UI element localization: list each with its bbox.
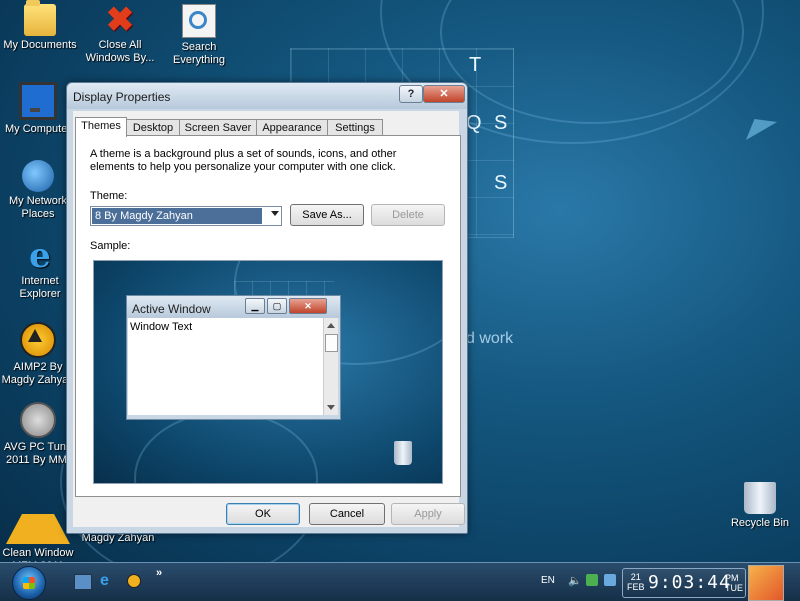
chevron-down-icon[interactable]	[271, 211, 279, 216]
wallpaper-letter: S	[494, 172, 508, 194]
desktop-icon-my-documents[interactable]: My Documents	[2, 0, 78, 52]
scroll-thumb	[325, 334, 338, 352]
desktop-icon-my-computer[interactable]: My Computer	[0, 82, 76, 136]
sample-active-window: Active Window ▁ ▢ ✕ Window Text	[126, 295, 341, 420]
search-icon	[182, 4, 216, 38]
desktop-icon-label: My Computer	[4, 123, 72, 135]
internet-explorer-icon[interactable]: e	[100, 573, 116, 589]
help-button[interactable]: ?	[399, 85, 423, 103]
close-button[interactable]: ✕	[423, 85, 465, 103]
taskbar: e » EN 🔈 21 FEB 9:03:44 PM TUE	[0, 562, 800, 601]
desktop-icon-clean-windows[interactable]: Clean Window MZM 2011	[0, 482, 76, 573]
tab-themes[interactable]: Themes	[75, 117, 127, 137]
themes-panel: A theme is a background plus a set of so…	[75, 135, 461, 497]
quicklaunch-more-button[interactable]: »	[156, 567, 172, 581]
sample-window-title: Active Window	[132, 302, 211, 316]
clock-time: 9:03:44	[648, 572, 731, 593]
desktop-icon-aimp2[interactable]: AIMP2 By Magdy Zahyan	[0, 322, 76, 387]
display-properties-window: Display Properties ? ✕ Themes Desktop Sc…	[66, 82, 468, 534]
theme-label: Theme:	[90, 190, 128, 202]
clock-day: 21	[630, 572, 641, 582]
red-x-icon: ✖	[105, 1, 135, 39]
scroll-up-icon	[327, 323, 335, 328]
bird-icon	[738, 109, 778, 141]
recycle-bin-icon	[744, 482, 776, 514]
desktop-icon-label: Recycle Bin	[730, 517, 790, 529]
scroll-down-icon	[327, 405, 335, 410]
sample-client-area: Window Text	[128, 318, 323, 415]
theme-dropdown[interactable]: 8 By Magdy Zahyan	[90, 206, 282, 226]
aimp-icon	[20, 322, 56, 358]
desktop-icon-label: AIMP2 By Magdy Zahyan	[1, 361, 75, 386]
tab-settings[interactable]: Settings	[327, 119, 383, 136]
wallpaper-letter: T	[469, 54, 482, 76]
theme-sample-preview: Active Window ▁ ▢ ✕ Window Text	[93, 260, 443, 484]
start-button[interactable]	[12, 566, 46, 600]
window-title: Display Properties	[73, 90, 171, 104]
sample-label: Sample:	[90, 240, 131, 252]
clock-month: FEB	[627, 582, 645, 592]
desktop-icon-label: My Documents	[3, 39, 77, 51]
clock-ampm: PM	[725, 573, 739, 583]
wallpaper-letter: S	[494, 112, 508, 134]
folder-icon	[24, 0, 56, 36]
volume-icon[interactable]: 🔈	[568, 574, 582, 587]
apply-button[interactable]: Apply	[391, 503, 465, 525]
preview-swirl	[134, 411, 318, 483]
save-as-button[interactable]: Save As...	[290, 204, 364, 226]
wallpaper-text: d work	[466, 330, 514, 347]
sample-titlebar: Active Window ▁ ▢ ✕	[127, 296, 340, 318]
dialog-body: Themes Desktop Screen Saver Appearance S…	[73, 111, 465, 527]
tab-desktop[interactable]: Desktop	[126, 119, 180, 136]
aimp-icon[interactable]	[127, 574, 141, 588]
clock[interactable]: 21 FEB 9:03:44 PM TUE	[622, 568, 746, 598]
theme-description: A theme is a background plus a set of so…	[90, 148, 397, 173]
computer-icon	[19, 82, 57, 120]
network-icon[interactable]	[604, 574, 616, 586]
security-icon[interactable]	[586, 574, 598, 586]
network-icon	[22, 160, 54, 192]
cancel-button[interactable]: Cancel	[309, 503, 385, 525]
tab-appearance[interactable]: Appearance	[256, 119, 328, 136]
clock-date: 21 FEB	[627, 572, 645, 592]
desktop-icon-my-network-places[interactable]: My Network Places	[0, 160, 76, 221]
desktop-icon-label: Internet Explorer	[19, 275, 61, 300]
sample-window-text: Window Text	[130, 321, 193, 333]
desktop-icon-avg-pc-tuneup[interactable]: AVG PC Tune 2011 By MM.	[0, 402, 76, 467]
recycle-bin-icon	[394, 441, 412, 465]
sample-scrollbar	[323, 318, 338, 415]
avg-tuneup-icon	[20, 402, 56, 438]
tab-screen-saver[interactable]: Screen Saver	[179, 119, 257, 136]
internet-explorer-icon: e	[29, 236, 51, 276]
minimize-icon: ▁	[245, 298, 265, 314]
show-desktop-icon[interactable]	[74, 574, 92, 590]
desktop-icon-recycle-bin[interactable]: Recycle Bin	[722, 482, 798, 530]
desktop-icon-label: Close All Windows By...	[85, 39, 155, 64]
tray-thumbnail[interactable]	[748, 565, 784, 601]
ok-button[interactable]: OK	[226, 503, 300, 525]
wallpaper-letter: Q	[466, 112, 482, 134]
clock-weekday: TUE	[725, 583, 743, 593]
clock-ampm-weekday: PM TUE	[725, 573, 743, 593]
theme-selected-value: 8 By Magdy Zahyan	[92, 208, 262, 224]
desktop-icon-close-all-windows[interactable]: ✖ Close All Windows By...	[82, 1, 158, 65]
close-icon: ✕	[289, 298, 327, 314]
window-titlebar[interactable]: Display Properties ? ✕	[67, 83, 467, 109]
desktop-icon-label: AVG PC Tune 2011 By MM.	[3, 441, 73, 466]
desktop-icon-label: My Network Places	[8, 195, 68, 220]
desktop-icon-search-everything[interactable]: Search Everything	[161, 4, 237, 67]
warning-icon	[6, 482, 70, 544]
language-indicator[interactable]: EN	[541, 575, 555, 586]
delete-button[interactable]: Delete	[371, 204, 445, 226]
desktop-icon-label: Search Everything	[173, 41, 225, 66]
maximize-icon: ▢	[267, 298, 287, 314]
